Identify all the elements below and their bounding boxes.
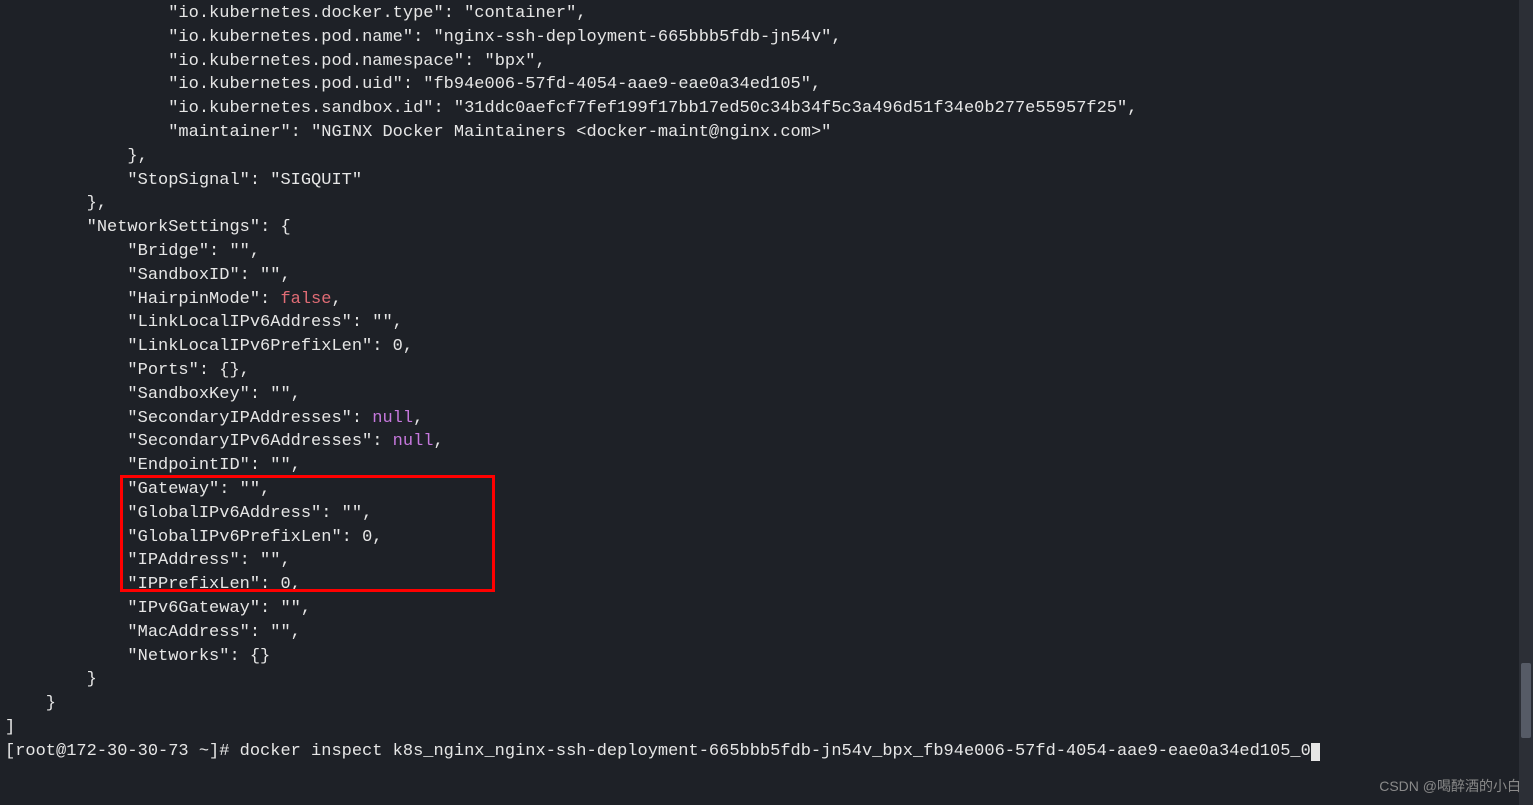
json-line: "GlobalIPv6Address": "", — [5, 504, 372, 523]
cursor — [1311, 743, 1320, 761]
terminal-output[interactable]: "io.kubernetes.docker.type": "container"… — [0, 0, 1533, 766]
json-line: "LinkLocalIPv6Address": "", — [5, 313, 403, 332]
json-line: ] — [5, 718, 15, 737]
json-line: "IPv6Gateway": "", — [5, 599, 311, 618]
json-line: } — [5, 694, 56, 713]
json-line: "SecondaryIPAddresses": null, — [5, 409, 423, 428]
json-line: "io.kubernetes.docker.type": "container"… — [5, 4, 587, 23]
json-line: "NetworkSettings": { — [5, 218, 291, 237]
json-line: "MacAddress": "", — [5, 623, 301, 642]
shell-prompt: [root@172-30-30-73 ~]# docker inspect k8… — [5, 742, 1320, 761]
json-line: "Ports": {}, — [5, 361, 250, 380]
json-line: "SandboxID": "", — [5, 266, 291, 285]
json-line: "LinkLocalIPv6PrefixLen": 0, — [5, 337, 413, 356]
json-line: "StopSignal": "SIGQUIT" — [5, 171, 362, 190]
scrollbar[interactable] — [1519, 0, 1533, 805]
watermark: CSDN @喝醉酒的小白 — [1379, 777, 1521, 797]
scrollbar-thumb[interactable] — [1521, 663, 1531, 738]
json-line: }, — [5, 147, 148, 166]
json-line: "IPAddress": "", — [5, 551, 291, 570]
json-line: } — [5, 670, 97, 689]
json-line: "HairpinMode": false, — [5, 290, 342, 309]
json-line: "GlobalIPv6PrefixLen": 0, — [5, 528, 382, 547]
json-line: "IPPrefixLen": 0, — [5, 575, 301, 594]
json-line: "io.kubernetes.pod.namespace": "bpx", — [5, 52, 546, 71]
json-line: "io.kubernetes.sandbox.id": "31ddc0aefcf… — [5, 99, 1137, 118]
json-line: "maintainer": "NGINX Docker Maintainers … — [5, 123, 831, 142]
command-text: docker inspect k8s_nginx_nginx-ssh-deplo… — [240, 742, 1311, 761]
json-line: }, — [5, 194, 107, 213]
json-line: "SecondaryIPv6Addresses": null, — [5, 432, 444, 451]
json-line: "Bridge": "", — [5, 242, 260, 261]
json-line: "io.kubernetes.pod.uid": "fb94e006-57fd-… — [5, 75, 821, 94]
json-line: "Gateway": "", — [5, 480, 270, 499]
json-line: "io.kubernetes.pod.name": "nginx-ssh-dep… — [5, 28, 842, 47]
json-line: "Networks": {} — [5, 647, 270, 666]
json-line: "EndpointID": "", — [5, 456, 301, 475]
json-line: "SandboxKey": "", — [5, 385, 301, 404]
